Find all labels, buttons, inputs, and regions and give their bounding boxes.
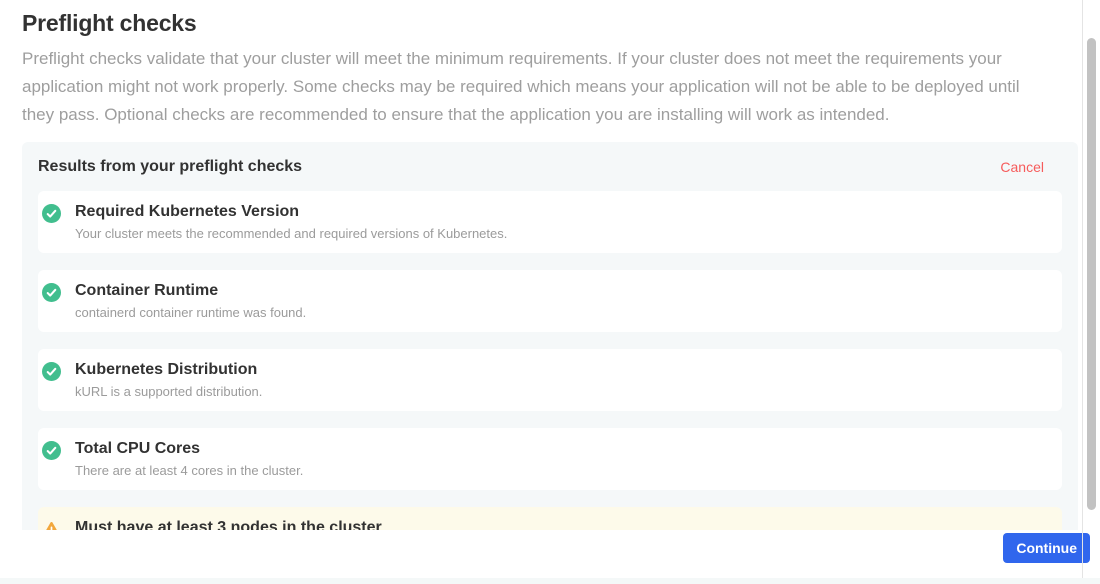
results-panel-title: Results from your preflight checks (38, 158, 302, 176)
results-panel-header: Results from your preflight checks Cance… (38, 158, 1062, 176)
check-row-total-cpu-cores: Total CPU Cores There are at least 4 cor… (38, 428, 1062, 490)
page-title: Preflight checks (22, 10, 1078, 36)
check-circle-icon (42, 441, 61, 460)
check-text: Total CPU Cores There are at least 4 cor… (75, 439, 303, 479)
check-message: containerd container runtime was found. (75, 305, 306, 321)
check-message: Your cluster meets the recommended and r… (75, 226, 507, 242)
check-circle-icon (42, 204, 61, 223)
page-content: Preflight checks Preflight checks valida… (22, 0, 1078, 146)
warning-triangle-icon (42, 520, 61, 530)
check-row-required-kubernetes-version: Required Kubernetes Version Your cluster… (38, 191, 1062, 253)
check-text: Container Runtime containerd container r… (75, 281, 306, 321)
check-circle-icon (42, 283, 61, 302)
check-title: Container Runtime (75, 281, 306, 301)
check-row-container-runtime: Container Runtime containerd container r… (38, 270, 1062, 332)
check-message: There are at least 4 cores in the cluste… (75, 463, 303, 479)
check-circle-icon (42, 362, 61, 381)
footer-bar: Continue (0, 530, 1100, 578)
page-description: Preflight checks validate that your clus… (22, 45, 1037, 129)
check-text: Must have at least 3 nodes in the cluste… (75, 518, 382, 530)
check-text: Kubernetes Distribution kURL is a suppor… (75, 360, 262, 400)
check-title: Total CPU Cores (75, 439, 303, 459)
results-panel: Results from your preflight checks Cance… (22, 142, 1078, 530)
bottom-strip (0, 578, 1100, 584)
cancel-link[interactable]: Cancel (1000, 159, 1044, 175)
check-text: Required Kubernetes Version Your cluster… (75, 202, 507, 242)
check-title: Required Kubernetes Version (75, 202, 507, 222)
check-message: kURL is a supported distribution. (75, 384, 262, 400)
scrollbar-thumb[interactable] (1087, 38, 1096, 510)
check-row-node-count-warning: Must have at least 3 nodes in the cluste… (38, 507, 1062, 530)
scrollbar-divider (1082, 0, 1083, 578)
check-title: Must have at least 3 nodes in the cluste… (75, 518, 382, 530)
check-title: Kubernetes Distribution (75, 360, 262, 380)
check-row-kubernetes-distribution: Kubernetes Distribution kURL is a suppor… (38, 349, 1062, 411)
continue-button[interactable]: Continue (1003, 533, 1090, 563)
